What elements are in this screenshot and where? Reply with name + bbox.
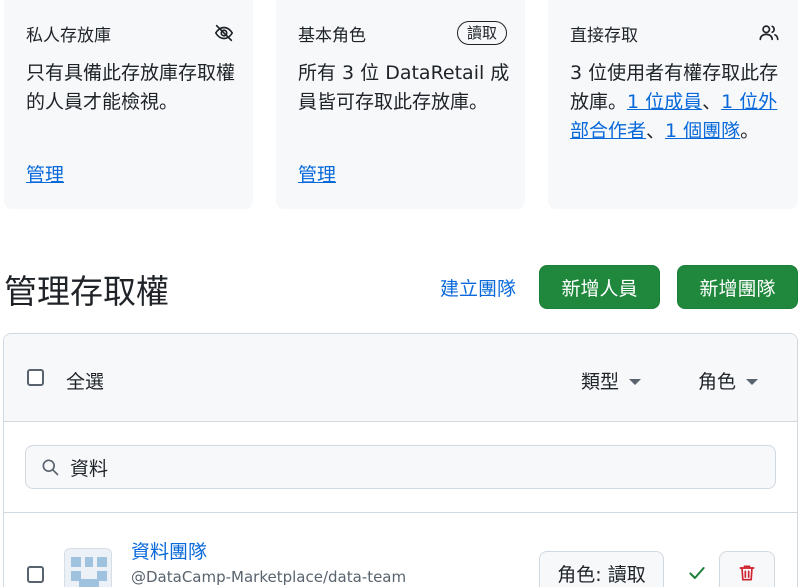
- manage-access-title: 管理存取權: [4, 272, 169, 311]
- role-filter-label: 角色: [698, 371, 737, 393]
- eye-closed-icon: [213, 22, 235, 44]
- separator: 、: [702, 91, 722, 113]
- chevron-down-icon: [746, 378, 759, 385]
- select-all-checkbox[interactable]: [27, 369, 44, 386]
- base-role-card: 基本角色 讀取 所有 3 位 DataRetail 成員皆可存取此存放庫。 管理: [276, 0, 525, 209]
- visibility-card-text: 只有具備此存放庫存取權的人員才能檢視。: [26, 62, 236, 113]
- base-role-badge: 讀取: [456, 21, 507, 45]
- direct-access-card-text: 3 位使用者有權存取此存放庫。1 位成員、1 位外部合作者、1 個團隊。: [570, 59, 784, 146]
- access-list-row: 資料團隊 @DataCamp-Marketplace/data-team 角色:…: [4, 512, 797, 587]
- add-teams-button[interactable]: 新增團隊: [677, 265, 798, 309]
- base-role-card-text: 所有 3 位 DataRetail 成員皆可存取此存放庫。: [298, 62, 510, 113]
- chevron-down-icon: [629, 378, 642, 385]
- people-icon: [758, 22, 780, 44]
- separator: 、: [646, 120, 666, 142]
- search-icon: [40, 457, 60, 477]
- add-people-button[interactable]: 新增人員: [539, 265, 660, 309]
- team-name-link[interactable]: 資料團隊: [131, 537, 207, 564]
- create-team-link[interactable]: 建立團隊: [440, 274, 516, 301]
- visibility-card: 私人存放庫 只有具備此存放庫存取權的人員才能檢視。 管理: [4, 0, 253, 209]
- check-icon: [687, 563, 707, 583]
- trash-icon: [737, 563, 757, 583]
- team-avatar: [64, 548, 112, 587]
- base-role-card-header: 基本角色 讀取: [298, 20, 507, 46]
- visibility-card-title: 私人存放庫: [26, 25, 111, 46]
- select-all-label: 全選: [66, 371, 105, 393]
- members-link[interactable]: 1 位成員: [627, 91, 702, 113]
- direct-access-card: 直接存取 3 位使用者有權存取此存放庫。1 位成員、1 位外部合作者、1 個團隊…: [548, 0, 798, 209]
- type-filter-dropdown[interactable]: 類型: [581, 367, 642, 394]
- row-checkbox[interactable]: [27, 566, 44, 583]
- sentence-end: 。: [740, 120, 760, 142]
- visibility-card-header: 私人存放庫: [26, 20, 235, 46]
- access-list-header: 全選 類型 角色: [4, 334, 797, 422]
- search-input[interactable]: [70, 454, 760, 480]
- role-filter-dropdown[interactable]: 角色: [698, 367, 759, 394]
- type-filter-label: 類型: [581, 371, 620, 393]
- role-select-button[interactable]: 角色: 讀取: [539, 551, 664, 587]
- team-handle: @DataCamp-Marketplace/data-team: [131, 568, 407, 586]
- member-search-box[interactable]: [25, 445, 776, 489]
- access-list-panel: 全選 類型 角色 資料 資料團隊 @DataCamp-Marketplace/d…: [3, 333, 798, 587]
- teams-link[interactable]: 1 個團隊: [665, 120, 740, 142]
- remove-access-button[interactable]: [719, 551, 775, 587]
- manage-base-role-link[interactable]: 管理: [298, 160, 336, 187]
- direct-access-card-header: 直接存取: [570, 20, 780, 46]
- base-role-card-title: 基本角色: [298, 25, 366, 46]
- manage-visibility-link[interactable]: 管理: [26, 160, 64, 187]
- direct-access-card-title: 直接存取: [570, 25, 638, 46]
